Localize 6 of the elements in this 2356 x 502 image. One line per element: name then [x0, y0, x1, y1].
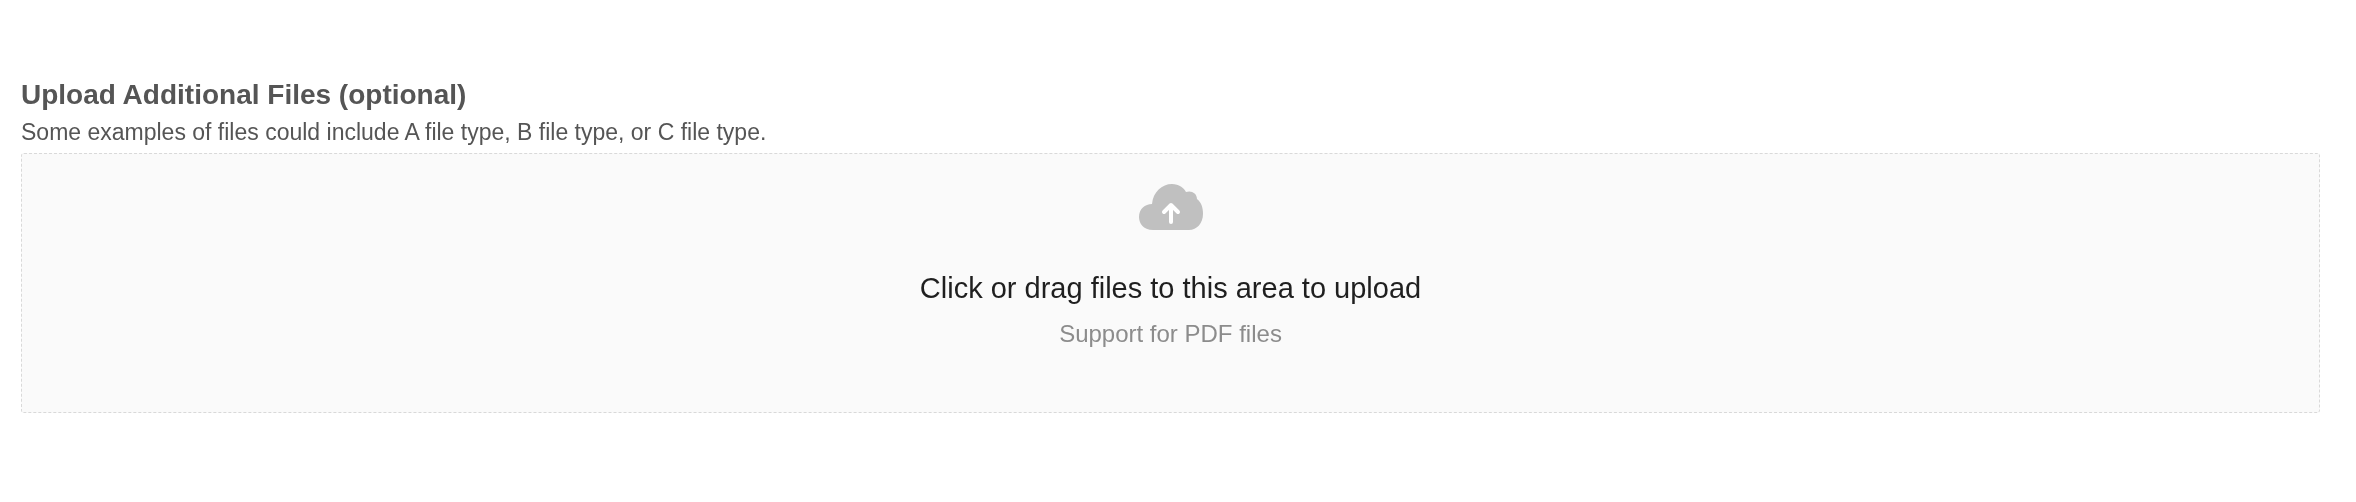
- upload-dropzone[interactable]: Click or drag files to this area to upload Support for PDF files: [21, 153, 2320, 413]
- section-title: Upload Additional Files (optional): [21, 78, 468, 112]
- cloud-upload-icon: [1138, 184, 1203, 230]
- dropzone-hint: Support for PDF files: [1059, 319, 1282, 349]
- dropzone-text: Click or drag files to this area to upload: [919, 271, 1422, 306]
- section-description: Some examples of files could include A file type, B file type, or C file type.: [21, 118, 768, 147]
